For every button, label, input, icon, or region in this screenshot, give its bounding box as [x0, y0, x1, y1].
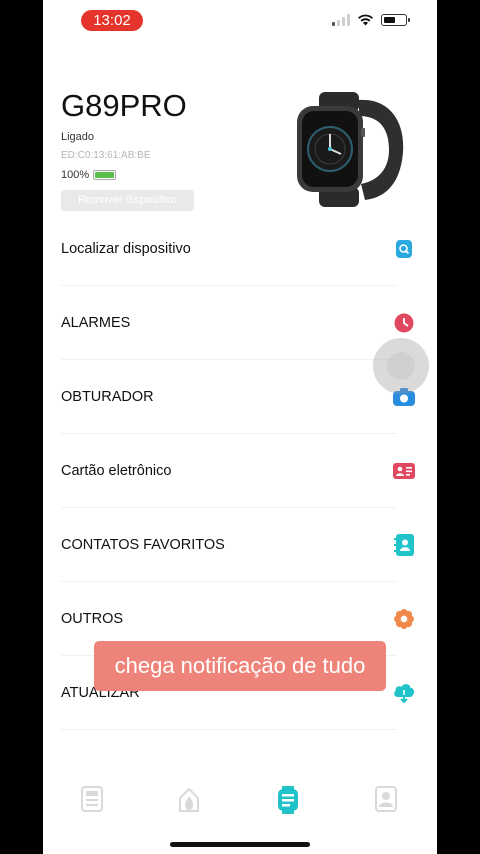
battery-icon [381, 14, 410, 26]
status-time: 13:02 [81, 10, 143, 31]
touch-indicator [373, 338, 429, 394]
locate-icon [393, 238, 415, 260]
menu-item-label: OUTROS [61, 611, 124, 627]
device-battery: 100% [61, 169, 117, 181]
card-icon [393, 460, 415, 482]
menu-item-label: OBTURADOR [61, 389, 154, 405]
menu-item-electronic-card[interactable]: Cartão eletrônico [43, 434, 437, 508]
remove-device-button[interactable]: Remover dispositivo [61, 190, 194, 211]
alarm-icon [393, 312, 415, 334]
cellular-signal-icon [332, 14, 350, 26]
others-icon [393, 608, 415, 630]
menu-item-label: Localizar dispositivo [61, 241, 191, 257]
device-mac-address: ED:C0:13:61:AB:BE [61, 150, 151, 161]
status-icons [332, 14, 410, 26]
status-bar: 13:02 [43, 0, 437, 42]
video-caption: chega notificação de tudo [94, 641, 386, 691]
home-indicator[interactable] [170, 842, 310, 847]
profile-tab-icon [375, 786, 397, 812]
app-screen: 13:02 G89PRO Ligado ED:C0:13:61:AB:BE 10… [43, 0, 437, 854]
device-battery-icon [93, 170, 117, 180]
menu-item-find-device[interactable]: Localizar dispositivo [43, 212, 437, 286]
menu-item-favorite-contacts[interactable]: CONTATOS FAVORITOS [43, 508, 437, 582]
tab-device[interactable] [276, 786, 302, 816]
device-battery-text: 100% [61, 169, 90, 181]
sport-tab-icon [179, 787, 199, 812]
contacts-icon [393, 534, 415, 556]
connection-status: Ligado [61, 131, 95, 143]
menu-item-label: ALARMES [61, 315, 131, 331]
bottom-tab-bar [43, 776, 437, 826]
data-tab-icon [81, 786, 103, 812]
wifi-icon [358, 14, 373, 26]
tab-profile[interactable] [375, 786, 401, 816]
menu-item-label: Cartão eletrônico [61, 463, 172, 479]
smartwatch-image [297, 92, 404, 207]
menu-item-label: CONTATOS FAVORITOS [61, 537, 225, 553]
update-icon [393, 682, 415, 704]
tab-data[interactable] [81, 786, 107, 816]
device-name: G89PRO [61, 88, 187, 123]
device-tab-icon [278, 786, 298, 814]
tab-sport[interactable] [177, 786, 203, 816]
